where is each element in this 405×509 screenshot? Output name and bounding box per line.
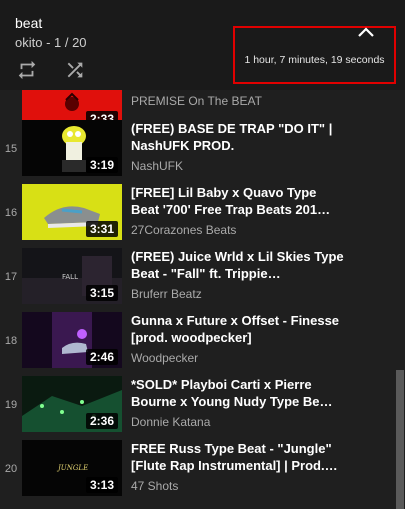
video-channel: 27Corazones Beats [131, 223, 237, 237]
video-duration: 2:36 [85, 413, 118, 429]
video-title[interactable]: FREE Russ Type Beat - "Jungle" [Flute Ra… [131, 440, 346, 474]
video-channel: Bruferr Beatz [131, 287, 202, 301]
playlist-header: beat okito - 1 / 20 1 hour, 7 minutes, 1… [0, 0, 405, 90]
list-item[interactable]: 20 JUNGLE 3:13 FREE Russ Type Beat - "Ju… [0, 440, 395, 504]
item-index: 20 [4, 463, 18, 475]
list-item[interactable]: 19 2:36 *SOLD* Playboi Carti x Pierre Bo… [0, 376, 395, 440]
playlist-title[interactable]: beat [15, 15, 42, 31]
item-index: 15 [4, 143, 18, 155]
video-thumbnail[interactable]: 2:36 [22, 376, 122, 432]
video-title[interactable]: [FREE] Lil Baby x Quavo Type Beat '700' … [131, 184, 346, 218]
list-item[interactable]: 15 3:19 (FREE) BASE DE TRAP "DO IT" | Na… [0, 120, 395, 184]
video-thumbnail[interactable]: 2:46 [22, 312, 122, 368]
list-item[interactable]: 16 3:31 [FREE] Lil Baby x Quavo Type Bea… [0, 184, 395, 248]
item-index: 17 [4, 271, 18, 283]
list-item[interactable]: 18 2:46 Gunna x Future x Offset - Finess… [0, 312, 395, 376]
video-thumbnail[interactable]: 3:19 [22, 120, 122, 176]
item-index: 16 [4, 207, 18, 219]
video-duration: 3:31 [85, 221, 118, 237]
video-duration: 3:13 [85, 477, 118, 493]
video-title[interactable]: Gunna x Future x Offset - Finesse [prod.… [131, 312, 346, 346]
item-index: 18 [4, 335, 18, 347]
shuffle-button[interactable] [64, 59, 86, 81]
video-title[interactable]: *SOLD* Playboi Carti x Pierre Bourne x Y… [131, 376, 346, 410]
video-channel: 47 Shots [131, 479, 179, 493]
video-thumbnail[interactable]: JUNGLE 3:13 [22, 440, 122, 496]
scrollbar-thumb[interactable] [396, 370, 404, 509]
thumbnail-caption: JUNGLE [56, 464, 88, 472]
item-index: 19 [4, 399, 18, 411]
video-duration: 3:15 [85, 285, 118, 301]
chevron-up-icon [358, 27, 374, 37]
video-duration: 3:19 [85, 157, 118, 173]
loop-button[interactable] [16, 59, 38, 81]
playlist-subtitle[interactable]: okito - 1 / 20 [15, 35, 87, 50]
video-channel: Woodpecker [131, 351, 199, 365]
total-duration: 1 hour, 7 minutes, 19 seconds [244, 54, 385, 66]
video-channel: PREMISE On The BEAT [131, 94, 262, 108]
loop-icon [18, 60, 36, 80]
video-channel: Donnie Katana [131, 415, 211, 429]
video-thumbnail[interactable]: FALL 3:15 [22, 248, 122, 304]
shuffle-icon [67, 62, 83, 78]
video-title[interactable]: (FREE) BASE DE TRAP "DO IT" | NashUFK PR… [131, 120, 346, 154]
playlist-panel: beat okito - 1 / 20 1 hour, 7 minutes, 1… [0, 0, 405, 509]
list-item[interactable]: 17 FALL 3:15 (FREE) Juice Wrld x Lil Ski… [0, 248, 395, 312]
video-thumbnail[interactable]: 3:31 [22, 184, 122, 240]
thumbnail-caption: FALL [62, 273, 78, 281]
collapse-button[interactable] [356, 25, 376, 39]
video-title[interactable]: (FREE) Juice Wrld x Lil Skies Type Beat … [131, 248, 346, 282]
video-duration: 2:46 [85, 349, 118, 365]
playlist-items: 2:33 PREMISE On The BEAT 15 3:19 (FREE) … [0, 90, 405, 509]
video-channel: NashUFK [131, 159, 184, 173]
